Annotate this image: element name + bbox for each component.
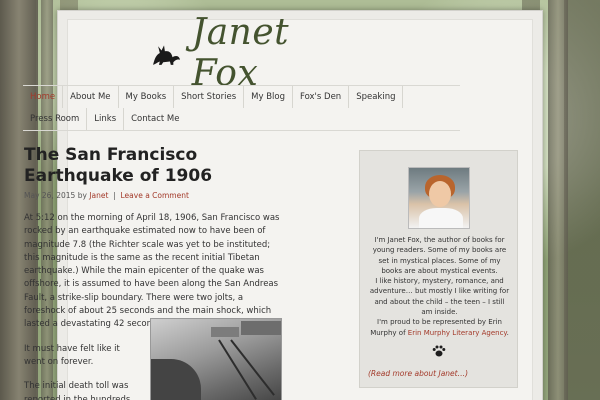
nav-item-about-me[interactable]: About Me <box>63 86 119 108</box>
meta-separator: | <box>113 191 116 200</box>
post-date: May 26, 2015 <box>24 191 76 200</box>
author-sidebar: I'm Janet Fox, the author of books for y… <box>359 150 518 388</box>
nav-item-fox-s-den[interactable]: Fox's Den <box>293 86 350 108</box>
post-paragraph-1: At 5:12 on the morning of April 18, 1906… <box>24 213 280 330</box>
nav-item-short-stories[interactable]: Short Stories <box>174 86 245 108</box>
agency-link[interactable]: Erin Murphy Literary Agency <box>408 329 507 337</box>
nav-item-home[interactable]: Home <box>23 86 64 108</box>
nav-item-links[interactable]: Links <box>87 108 125 130</box>
post-by: by <box>77 191 87 200</box>
site-title: Janet Fox <box>191 12 290 94</box>
nav-item-my-blog[interactable]: My Blog <box>244 86 293 108</box>
post-paragraph-2: It must have felt like it went on foreve… <box>24 343 120 367</box>
earthquake-photo <box>150 318 282 400</box>
nav-item-my-books[interactable]: My Books <box>119 86 175 108</box>
nav-item-press-room[interactable]: Press Room <box>23 108 88 130</box>
post-title[interactable]: The San Francisco Earthquake of 1906 <box>24 145 286 187</box>
nav-list: Home About Me My Books Short Stories My Blog… <box>23 86 460 130</box>
post-author-link[interactable]: Janet <box>89 191 108 200</box>
author-bio: I'm Janet Fox, the author of books for y… <box>368 235 511 338</box>
read-more-link[interactable]: (Read more about Janet…) <box>368 369 468 378</box>
main-nav: Home About Me My Books Short Stories My Blog… <box>23 85 460 131</box>
nav-item-contact-me[interactable]: Contact Me <box>124 108 186 130</box>
bio-line-2: I like history, mystery, romance, and ad… <box>369 277 510 317</box>
fox-icon <box>153 45 181 65</box>
site-logo[interactable]: Janet Fox <box>148 12 348 94</box>
post-meta: May 26, 2015 by Janet | Leave a Comment <box>24 191 286 200</box>
tree-trunk-right <box>548 0 568 400</box>
bio-line-1: I'm Janet Fox, the author of books for y… <box>372 236 507 275</box>
nav-item-speaking[interactable]: Speaking <box>349 86 404 108</box>
leave-comment-link[interactable]: Leave a Comment <box>121 191 189 200</box>
post-paragraph-3: The initial death toll was reported in t… <box>24 381 131 400</box>
author-avatar <box>408 167 470 229</box>
bio-period: . <box>506 328 509 337</box>
paw-print-icon <box>432 345 446 357</box>
